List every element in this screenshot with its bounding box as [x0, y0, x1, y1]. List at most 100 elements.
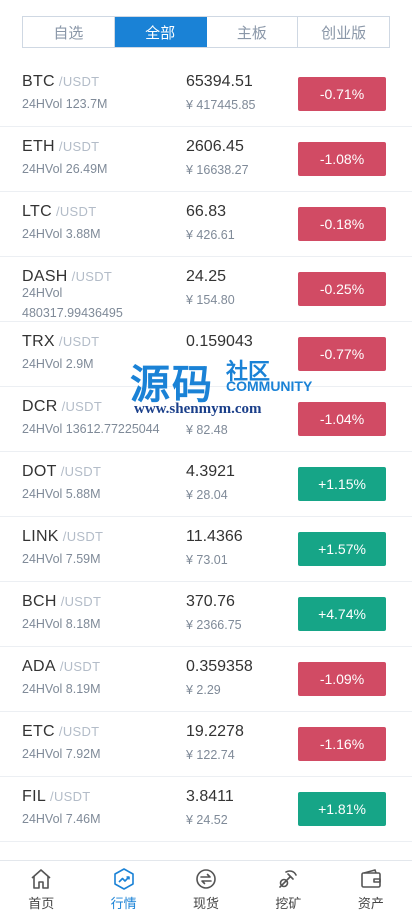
change-badge[interactable]: +1.57%	[298, 532, 386, 566]
quote-symbol: /USDT	[59, 659, 101, 674]
home-icon	[31, 869, 51, 889]
market-category-tabs: 自选 全部 主板 创业版	[22, 16, 390, 48]
price-cny: ¥ 417445.85	[186, 98, 256, 112]
market-row-fil[interactable]: FIL/USDT 24HVol 7.46M 3.8411 ¥ 24.52 +1.81%	[0, 777, 412, 842]
volume-24h: 24HVol 13612.77225044	[22, 422, 160, 436]
market-row-link[interactable]: LINK/USDT 24HVol 7.59M 11.4366 ¥ 73.01 +1.57…	[0, 517, 412, 582]
market-row-dash[interactable]: DASH/USDT 24HVol 480317.99436495 24.25 ¥ 15…	[0, 257, 412, 322]
price-cny: ¥ 122.74	[186, 748, 235, 762]
last-price: 370.76	[186, 593, 235, 610]
quote-symbol: /USDT	[58, 74, 100, 89]
quote-symbol: /USDT	[58, 139, 100, 154]
volume-24h: 24HVol 7.59M	[22, 552, 101, 566]
mining-pickaxe-icon	[279, 870, 298, 888]
price-cny: ¥ 426.61	[186, 228, 235, 242]
market-symbol: ETC/USDT	[22, 723, 99, 741]
tab-growth-board[interactable]: 创业版	[298, 17, 389, 47]
market-symbol: BTC/USDT	[22, 73, 99, 91]
market-symbol: LTC/USDT	[22, 203, 96, 221]
last-price: 11.4366	[186, 528, 243, 545]
last-price: 4.3921	[186, 463, 235, 480]
last-price: 0.359358	[186, 658, 253, 675]
market-row-trx[interactable]: TRX/USDT 24HVol 2.9M 0.159043 -0.77%	[0, 322, 412, 387]
volume-24h: 24HVol 7.92M	[22, 747, 101, 761]
market-row-dcr[interactable]: DCR/USDT 24HVol 13612.77225044 ¥ 82.48 -1.0…	[0, 387, 412, 452]
quote-symbol: /USDT	[55, 204, 97, 219]
base-symbol: DOT	[22, 463, 57, 480]
change-badge[interactable]: -1.08%	[298, 142, 386, 176]
last-price: 19.2278	[186, 723, 244, 740]
change-badge[interactable]: -1.09%	[298, 662, 386, 696]
nav-assets[interactable]: 资产	[330, 861, 412, 916]
tab-all[interactable]: 全部	[114, 17, 207, 47]
market-symbol: LINK/USDT	[22, 528, 103, 546]
quote-symbol: /USDT	[61, 399, 103, 414]
change-badge[interactable]: -0.18%	[298, 207, 386, 241]
change-badge[interactable]: -1.16%	[298, 727, 386, 761]
nav-home-label: 首页	[28, 896, 55, 911]
price-cny: ¥ 73.01	[186, 553, 228, 567]
last-price: 3.8411	[186, 788, 234, 805]
market-symbol: TRX/USDT	[22, 333, 99, 351]
spot-exchange-icon	[196, 869, 216, 889]
change-badge[interactable]: +4.74%	[298, 597, 386, 631]
change-badge[interactable]: -0.25%	[298, 272, 386, 306]
quote-symbol: /USDT	[62, 529, 104, 544]
price-cny: ¥ 16638.27	[186, 163, 249, 177]
base-symbol: BTC	[22, 73, 55, 90]
nav-market-label: 行情	[110, 896, 137, 911]
base-symbol: DCR	[22, 398, 58, 415]
price-cny: ¥ 28.04	[186, 488, 228, 502]
market-row-eth[interactable]: ETH/USDT 24HVol 26.49M 2606.45 ¥ 16638.27 -1…	[0, 127, 412, 192]
change-badge[interactable]: +1.81%	[298, 792, 386, 826]
volume-24h: 24HVol 5.88M	[22, 487, 101, 501]
nav-market[interactable]: 行情	[82, 861, 164, 916]
nav-mining[interactable]: 挖矿	[247, 861, 329, 916]
tab-favorites[interactable]: 自选	[23, 17, 115, 47]
nav-home[interactable]: 首页	[0, 861, 82, 916]
last-price: 24.25	[186, 268, 227, 285]
market-chart-icon	[113, 868, 134, 890]
last-price: 0.159043	[186, 333, 253, 350]
change-badge[interactable]: -1.04%	[298, 402, 386, 436]
last-price: 65394.51	[186, 73, 253, 90]
market-symbol: FIL/USDT	[22, 788, 91, 806]
change-badge[interactable]: -0.71%	[298, 77, 386, 111]
price-cny: ¥ 82.48	[186, 423, 228, 437]
base-symbol: LINK	[22, 528, 59, 545]
base-symbol: ETH	[22, 138, 55, 155]
market-symbol: ADA/USDT	[22, 658, 100, 676]
last-price: 66.83	[186, 203, 227, 220]
volume-24h: 24HVol 480317.99436495	[22, 286, 123, 320]
volume-24h: 24HVol 8.18M	[22, 617, 101, 631]
quote-symbol: /USDT	[60, 594, 102, 609]
market-row-dot[interactable]: DOT/USDT 24HVol 5.88M 4.3921 ¥ 28.04 +1.15%	[0, 452, 412, 517]
volume-24h: 24HVol 26.49M	[22, 162, 108, 176]
market-symbol: BCH/USDT	[22, 593, 101, 611]
change-badge[interactable]: +1.15%	[298, 467, 386, 501]
base-symbol: ADA	[22, 658, 56, 675]
volume-24h: 24HVol 2.9M	[22, 357, 94, 371]
bottom-navigation: 首页 行情 现货 挖矿 资产	[0, 860, 412, 916]
market-row-bch[interactable]: BCH/USDT 24HVol 8.18M 370.76 ¥ 2366.75 +4.74…	[0, 582, 412, 647]
base-symbol: TRX	[22, 333, 55, 350]
market-list: BTC/USDT 24HVol 123.7M 65394.51 ¥ 417445.85…	[0, 62, 412, 842]
market-symbol: ETH/USDT	[22, 138, 99, 156]
market-row-ada[interactable]: ADA/USDT 24HVol 8.19M 0.359358 ¥ 2.29 -1.09%	[0, 647, 412, 712]
nav-spot[interactable]: 现货	[165, 861, 247, 916]
wallet-icon	[361, 869, 381, 888]
base-symbol: ETC	[22, 723, 55, 740]
quote-symbol: /USDT	[58, 334, 100, 349]
tab-main-board[interactable]: 主板	[207, 17, 299, 47]
base-symbol: LTC	[22, 203, 52, 220]
change-badge[interactable]: -0.77%	[298, 337, 386, 371]
quote-symbol: /USDT	[58, 724, 100, 739]
price-cny: ¥ 24.52	[186, 813, 228, 827]
market-row-etc[interactable]: ETC/USDT 24HVol 7.92M 19.2278 ¥ 122.74 -1.16…	[0, 712, 412, 777]
market-row-btc[interactable]: BTC/USDT 24HVol 123.7M 65394.51 ¥ 417445.85…	[0, 62, 412, 127]
market-row-ltc[interactable]: LTC/USDT 24HVol 3.88M 66.83 ¥ 426.61 -0.18%	[0, 192, 412, 257]
nav-mining-label: 挖矿	[275, 896, 302, 911]
price-cny: ¥ 154.80	[186, 293, 235, 307]
quote-symbol: /USDT	[50, 789, 91, 804]
price-cny: ¥ 2366.75	[186, 618, 242, 632]
